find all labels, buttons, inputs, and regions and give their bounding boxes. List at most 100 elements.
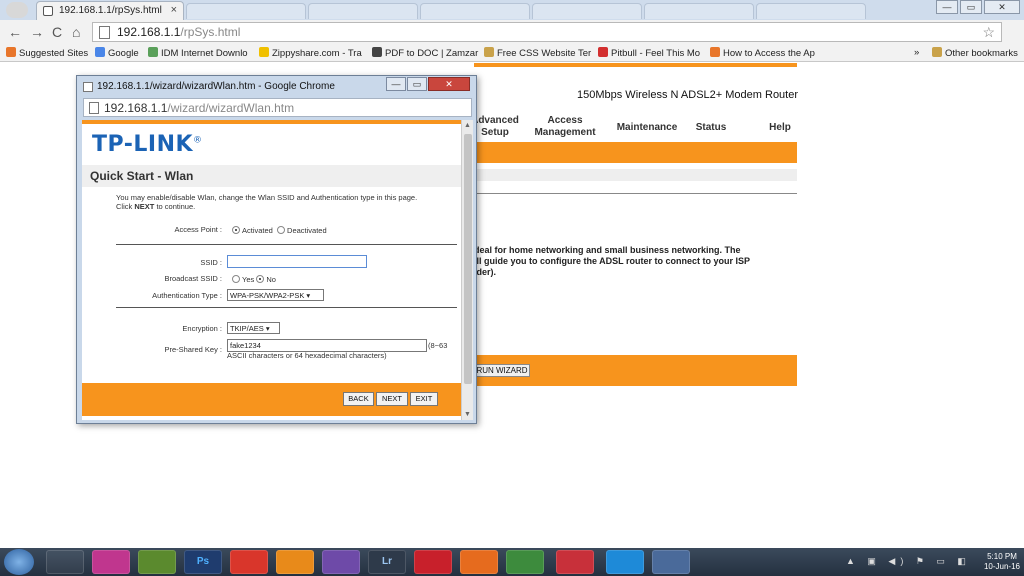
popup-title: 192.168.1.1/wizard/wizardWlan.htm - Goog… xyxy=(97,81,335,92)
nav-access-management[interactable]: Access Management xyxy=(530,115,600,139)
address-bar[interactable]: 192.168.1.1/rpSys.html ☆ xyxy=(92,22,1002,42)
run-wizard-button[interactable]: RUN WIZARD xyxy=(474,364,530,377)
model-title: 150Mbps Wireless N ADSL2+ Modem Router xyxy=(577,89,799,101)
google-icon xyxy=(95,47,105,57)
taskbar-app-5[interactable] xyxy=(230,550,268,574)
bookmark-item[interactable]: Pitbull - Feel This Mo xyxy=(598,47,706,59)
next-button[interactable]: NEXT xyxy=(376,392,408,406)
deactivated-radio[interactable] xyxy=(277,226,286,234)
ssid-label: SSID : xyxy=(200,258,222,267)
tab-6[interactable] xyxy=(644,3,754,19)
bookmark-item[interactable]: PDF to DOC | Zamzar xyxy=(372,47,480,59)
nav-maintenance[interactable]: Maintenance xyxy=(612,122,682,134)
scroll-up-icon[interactable]: ▲ xyxy=(464,122,471,129)
tab-7[interactable] xyxy=(756,3,866,19)
tab-5[interactable] xyxy=(532,3,642,19)
scroll-thumb[interactable] xyxy=(464,134,472,384)
clock[interactable]: 5:10 PM 10-Jun-16 xyxy=(984,552,1020,572)
maximize-button[interactable]: ▭ xyxy=(960,0,982,14)
chrome-icon[interactable] xyxy=(506,550,544,574)
back-button[interactable]: BACK xyxy=(343,392,374,406)
bookmark-item[interactable]: IDM Internet Downlo xyxy=(148,47,254,59)
photoshop-icon[interactable]: Ps xyxy=(184,550,222,574)
browser-titlebar: 192.168.1.1/rpSys.html × — ▭ ✕ xyxy=(0,0,1024,20)
activated-radio[interactable] xyxy=(232,226,240,234)
back-arrow-icon[interactable]: ← xyxy=(8,24,22,40)
minimize-button[interactable]: — xyxy=(386,77,406,91)
reload-icon[interactable]: C xyxy=(52,24,62,40)
psk-label: Pre-Shared Key : xyxy=(164,345,222,354)
broadcast-ssid-options: Yes No xyxy=(232,275,276,284)
tp-link-logo: TP-LINK® xyxy=(92,132,203,157)
system-tray[interactable]: ▲ ▣ ◀) ⚑ ▭ ◧ xyxy=(846,556,971,567)
taskbar-app-3[interactable] xyxy=(138,550,176,574)
close-popup-button[interactable]: ✕ xyxy=(428,77,470,91)
taskbar-app-14[interactable] xyxy=(652,550,690,574)
bookmark-item[interactable]: Zippyshare.com - Tra xyxy=(259,47,367,59)
nav-status[interactable]: Status xyxy=(690,122,732,134)
bookmark-icon xyxy=(148,47,158,57)
psk-hint-detail: ASCII characters or 64 hexadecimal chara… xyxy=(227,351,387,360)
broadcast-no-radio[interactable] xyxy=(256,275,265,283)
start-button[interactable] xyxy=(4,549,34,575)
viber-icon[interactable] xyxy=(322,550,360,574)
menu-bar xyxy=(474,142,797,163)
maximize-button[interactable]: ▭ xyxy=(407,77,427,91)
exit-button[interactable]: EXIT xyxy=(410,392,438,406)
minimize-button[interactable]: — xyxy=(936,0,958,14)
pocket-icon[interactable] xyxy=(556,550,594,574)
popup-scrollbar[interactable]: ▲ ▼ xyxy=(461,120,473,420)
more-bookmarks-icon[interactable]: » xyxy=(914,47,919,58)
page-icon xyxy=(43,6,53,16)
wizard-popup-window: 192.168.1.1/wizard/wizardWlan.htm - Goog… xyxy=(76,75,477,424)
bookmark-item[interactable]: Suggested Sites xyxy=(6,47,92,59)
scroll-down-icon[interactable]: ▼ xyxy=(464,411,471,418)
nav-advanced-setup[interactable]: Advanced Setup xyxy=(470,115,520,139)
taskbar-app-2[interactable] xyxy=(92,550,130,574)
divider xyxy=(474,193,797,194)
broadcast-yes-radio[interactable] xyxy=(232,275,240,283)
page-icon xyxy=(89,102,99,114)
button-bar: BACK NEXT EXIT xyxy=(82,383,461,416)
lightroom-icon[interactable]: Lr xyxy=(368,550,406,574)
tab-active[interactable]: 192.168.1.1/rpSys.html × xyxy=(36,1,184,20)
vlc-icon[interactable] xyxy=(276,550,314,574)
popup-address-bar[interactable]: 192.168.1.1/wizard/wizardWlan.htm xyxy=(83,98,472,117)
encryption-select[interactable]: TKIP/AES ▾ xyxy=(227,322,280,334)
bookmark-item[interactable]: How to Access the Ap xyxy=(710,47,816,59)
nav-help[interactable]: Help xyxy=(760,122,800,134)
submenu-bar xyxy=(474,169,797,181)
psk-hint: (8~63 xyxy=(428,341,448,350)
star-icon[interactable]: ☆ xyxy=(982,24,995,41)
skype-icon[interactable] xyxy=(606,550,644,574)
tab-4[interactable] xyxy=(420,3,530,19)
header-accent xyxy=(474,63,797,67)
page-heading: Quick Start - Wlan xyxy=(82,165,461,187)
bookmark-item[interactable]: Google xyxy=(95,47,145,59)
firefox-icon[interactable] xyxy=(460,550,498,574)
broadcast-ssid-label: Broadcast SSID : xyxy=(164,274,222,283)
tab-3[interactable] xyxy=(308,3,418,19)
bookmark-icon xyxy=(6,47,16,57)
opera-icon[interactable] xyxy=(414,550,452,574)
bookmarks-bar: Suggested Sites Google IDM Internet Down… xyxy=(0,44,1024,62)
bookmark-item[interactable]: Free CSS Website Ter xyxy=(484,47,594,59)
close-window-button[interactable]: ✕ xyxy=(984,0,1020,14)
url-path: /wizard/wizardWlan.htm xyxy=(167,101,295,115)
window-controls: — ▭ ✕ xyxy=(936,0,1020,14)
browser-toolbar: ← → C ⌂ 192.168.1.1/rpSys.html ☆ xyxy=(0,20,1024,44)
popup-content: TP-LINK® Quick Start - Wlan You may enab… xyxy=(82,120,473,420)
encryption-label: Encryption : xyxy=(182,324,222,333)
forward-arrow-icon[interactable]: → xyxy=(30,24,44,40)
taskbar-app-1[interactable] xyxy=(46,550,84,574)
intro-text: deal for home networking and small busin… xyxy=(474,245,751,277)
description: You may enable/disable Wlan, change the … xyxy=(116,193,418,211)
auth-type-select[interactable]: WPA-PSK/WPA2-PSK ▾ xyxy=(227,289,324,301)
url-host: 192.168.1.1 xyxy=(104,101,168,115)
profile-avatar[interactable] xyxy=(6,2,28,18)
other-bookmarks[interactable]: Other bookmarks xyxy=(932,47,1018,59)
home-icon[interactable]: ⌂ xyxy=(72,24,80,40)
close-tab-icon[interactable]: × xyxy=(171,4,177,16)
tab-2[interactable] xyxy=(186,3,306,19)
ssid-input[interactable] xyxy=(227,255,367,268)
